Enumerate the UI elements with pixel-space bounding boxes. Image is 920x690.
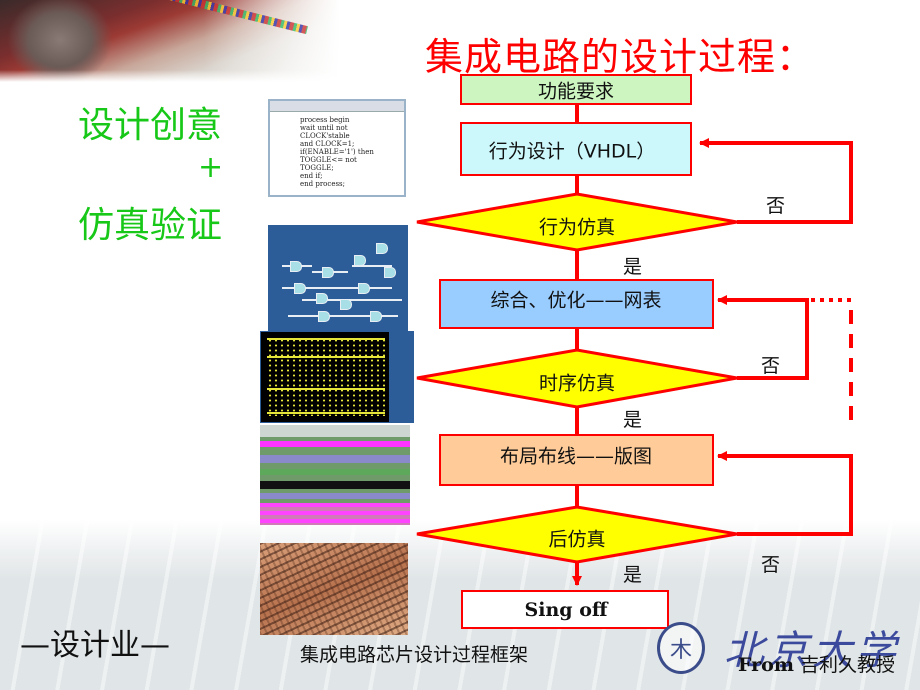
label-behavioral-design: 行为设计（VHDL） xyxy=(488,140,656,163)
author-credit: From 吉利久教授 xyxy=(738,650,895,677)
university-seal-icon xyxy=(657,622,705,674)
label-synthesis: 综合、优化——网表 xyxy=(490,289,662,312)
slide: 集成电路的设计过程： 设计创意 + 仿真验证 process begin wai… xyxy=(0,0,920,690)
yes-label: 是 xyxy=(623,564,643,586)
no-label: 否 xyxy=(761,355,781,377)
label-function-requirements: 功能要求 xyxy=(537,80,615,103)
yes-label: 是 xyxy=(623,256,643,278)
no-label: 否 xyxy=(766,195,786,217)
no-label: 否 xyxy=(761,554,781,576)
credit-name: 吉利久教授 xyxy=(793,654,895,676)
flowchart xyxy=(416,74,853,629)
label-post-sim: 后仿真 xyxy=(548,528,606,551)
label-timing-sim: 时序仿真 xyxy=(538,372,616,395)
yes-label: 是 xyxy=(623,409,643,431)
label-place-route: 布局布线——版图 xyxy=(499,445,653,468)
feedback-loop-post xyxy=(717,451,853,536)
figure-caption: 集成电路芯片设计过程框架 xyxy=(300,644,529,666)
credit-from: From xyxy=(738,654,794,676)
design-industry-label: —设计业— xyxy=(20,628,170,663)
label-signoff: Sing off xyxy=(524,599,608,621)
label-behavioral-sim: 行为仿真 xyxy=(538,216,616,239)
